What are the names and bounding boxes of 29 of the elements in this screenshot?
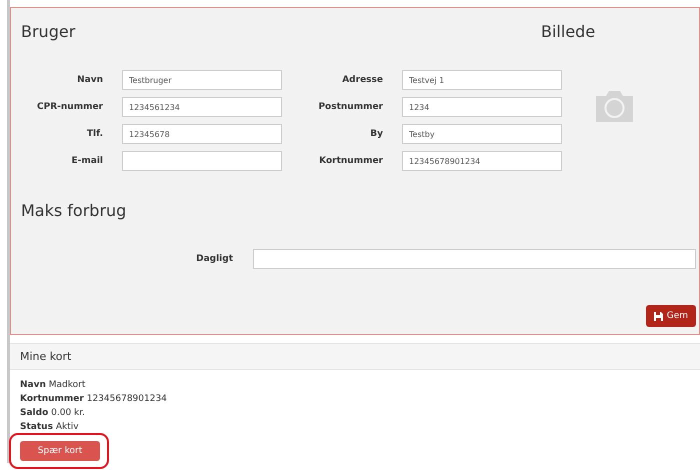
field-label: Navn — [76, 75, 103, 85]
input-field[interactable] — [253, 249, 696, 269]
input-field[interactable]: Testvej 1 — [402, 70, 562, 90]
section-title: Maks forbrug — [21, 201, 128, 220]
field-label: Tlf. — [86, 129, 103, 139]
card-detail: Kortnummer 12345678901234 — [20, 394, 168, 404]
camera-icon — [596, 91, 633, 122]
input-field[interactable]: Testby — [402, 124, 562, 144]
field-label: By — [369, 129, 383, 139]
card-detail: Navn Madkort — [20, 380, 86, 390]
field-label: Adresse — [341, 75, 383, 85]
card-detail: Status Aktiv — [20, 422, 80, 432]
panel-header: Mine kort — [10, 343, 700, 370]
input-field[interactable]: 1234561234 — [122, 97, 282, 117]
field-label: CPR-nummer — [36, 102, 103, 112]
field-label: E-mail — [70, 156, 103, 166]
input-field[interactable]: 12345678901234 — [402, 151, 562, 171]
block-card-button[interactable]: Spær kort — [20, 441, 100, 461]
save-button[interactable]: Gem — [646, 305, 696, 327]
input-field[interactable] — [122, 151, 282, 171]
field-label: Postnummer — [317, 102, 383, 112]
field-label: Dagligt — [195, 254, 233, 264]
picture-title: Billede — [541, 22, 596, 41]
input-field[interactable]: 12345678 — [122, 124, 282, 144]
panel-title: Bruger — [21, 22, 76, 41]
field-label: Kortnummer — [318, 156, 383, 166]
card-detail: Saldo 0.00 kr. — [20, 408, 86, 418]
input-field[interactable]: 1234 — [402, 97, 562, 117]
input-field[interactable]: Testbruger — [122, 70, 282, 90]
